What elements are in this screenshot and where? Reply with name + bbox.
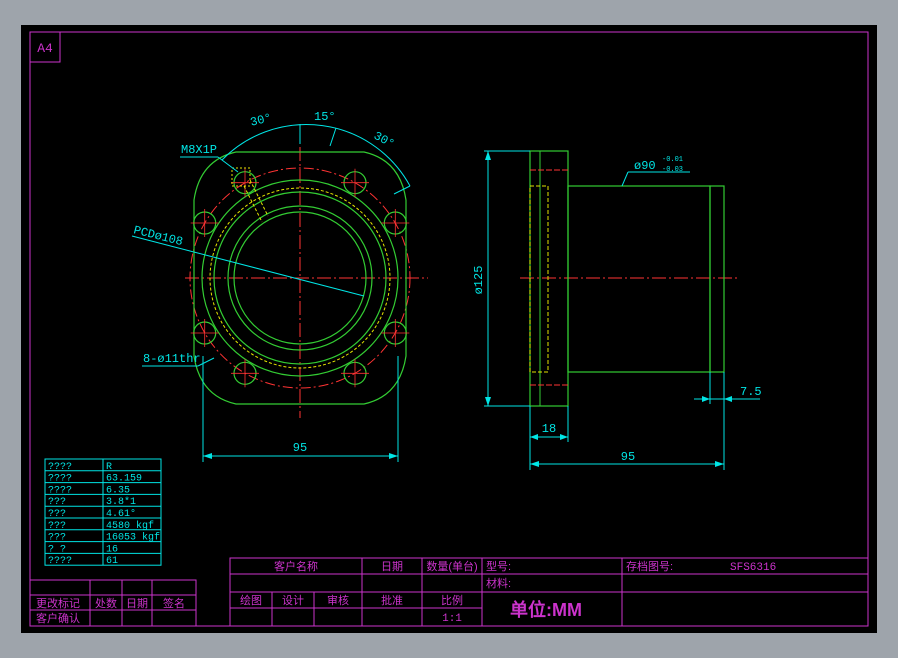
archive-value: SFS6316 <box>730 562 776 574</box>
review-label: 审核 <box>327 593 349 607</box>
shaft-tol-lower: -0.03 <box>662 166 683 174</box>
width-dim-label: 95 <box>293 441 307 455</box>
date-label: 日期 <box>381 560 403 573</box>
shaft-tol-upper: -0.01 <box>662 156 683 164</box>
unit-label: 单位:MM <box>510 599 582 620</box>
spec-value: 61 <box>106 556 118 567</box>
flange-dia-label: ø125 <box>472 266 486 295</box>
holes-label: 8-ø11thr <box>143 352 201 366</box>
scale-value: 1:1 <box>442 613 462 625</box>
cad-drawing: A4 30° 15° 30° M8X1P PCDø108 8-ø11thr 95… <box>21 25 877 633</box>
size-label: A4 <box>37 41 53 56</box>
design-label: 设计 <box>282 594 304 607</box>
rev-label-count: 处数 <box>95 597 117 610</box>
qty-label: 数量(单台) <box>426 559 477 573</box>
archive-label: 存档图号: <box>626 559 673 573</box>
scale-label: 比例 <box>441 593 463 607</box>
end-dim-label: 7.5 <box>740 385 762 399</box>
customer-name-label: 客户名称 <box>274 559 318 573</box>
angle-mid-label: 15° <box>314 110 336 124</box>
approve-label: 批准 <box>381 593 403 607</box>
length-dim-label: 95 <box>621 450 635 464</box>
customer-confirm-label: 客户确认 <box>36 611 80 625</box>
rev-label-change: 更改标记 <box>36 596 80 610</box>
rev-label-sign: 签名 <box>163 596 185 610</box>
thread-label: M8X1P <box>181 143 217 157</box>
spec-key: ???? <box>48 556 72 567</box>
shaft-dia-label: ø90 <box>634 159 656 173</box>
flange-thick-label: 18 <box>542 422 556 436</box>
material-label: 材料: <box>486 576 511 590</box>
rev-label-date: 日期 <box>126 597 148 610</box>
drawn-label: 绘图 <box>240 593 262 607</box>
model-label: 型号: <box>486 559 511 573</box>
